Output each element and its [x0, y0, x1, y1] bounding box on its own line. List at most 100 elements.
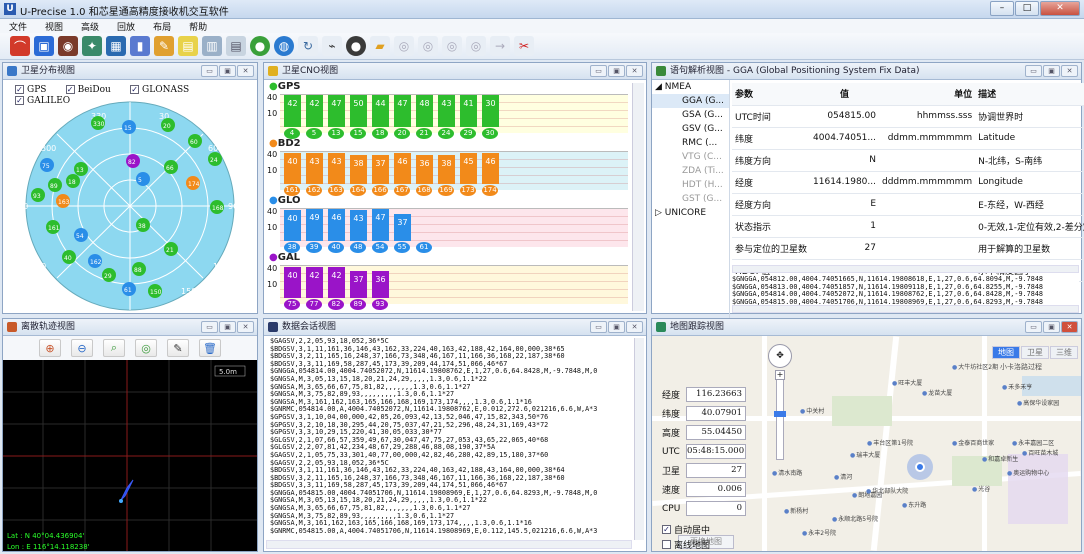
zoom-out-icon[interactable]: ⊖ — [71, 339, 93, 357]
panel-max-button[interactable]: ▣ — [608, 321, 625, 333]
nmea-table-scrollbar[interactable] — [732, 265, 1079, 273]
menu-file[interactable]: 文件 — [0, 20, 36, 33]
data-log-hscrollbar[interactable] — [266, 540, 632, 549]
start-icon[interactable]: ● — [250, 36, 270, 56]
open-folder-icon[interactable]: ▰ — [370, 36, 390, 56]
panel-min-button[interactable]: ▭ — [201, 321, 218, 333]
step-icon[interactable]: ◎ — [466, 36, 486, 56]
table-icon[interactable]: ▤ — [226, 36, 246, 56]
pause-icon[interactable]: ◎ — [418, 36, 438, 56]
play-icon[interactable]: ◎ — [394, 36, 414, 56]
map-field-label: UTC — [662, 446, 680, 457]
cno-bar-value: 36 — [419, 159, 430, 168]
auto-center-checkbox[interactable]: ✓ 自动居中 — [662, 522, 710, 537]
tree-node-vtg[interactable]: VTG (C... — [652, 150, 729, 164]
map-type-satellite-button[interactable]: 卫星 — [1021, 346, 1049, 359]
tree-node-nmea[interactable]: ◢ NMEA — [652, 80, 729, 94]
beidou-checkbox[interactable]: ✓ BeiDou — [65, 85, 111, 95]
grid-icon[interactable]: ▥ — [202, 36, 222, 56]
nmea-table-row[interactable]: 参与定位的卫星数 27 用于解算的卫星数 — [732, 237, 1084, 260]
nmea-table-row[interactable]: 纬度 4004.74051... ddmm.mmmmmm Latitude — [732, 127, 1084, 150]
menu-playback[interactable]: 回放 — [108, 20, 144, 33]
tree-node-gsv[interactable]: GSV (G... — [652, 122, 729, 136]
tree-node-unicore[interactable]: ▷ UNICORE — [652, 206, 729, 220]
panel-min-button[interactable]: ▭ — [201, 65, 218, 77]
nmea-table-cell: 1 — [810, 215, 879, 238]
panel-min-button[interactable]: ▭ — [590, 65, 607, 77]
panel-max-button[interactable]: ▣ — [219, 65, 236, 77]
panel-max-button[interactable]: ▣ — [608, 65, 625, 77]
panel-min-button[interactable]: ▭ — [590, 321, 607, 333]
tools-icon[interactable]: ✂ — [514, 36, 534, 56]
zoom-fit-icon[interactable]: ⌕ — [103, 339, 125, 357]
tree-node-zda[interactable]: ZDA (Ti... — [652, 164, 729, 178]
maximize-button[interactable]: □ — [1015, 1, 1039, 16]
gps-checkbox[interactable]: ✓ GPS — [15, 85, 46, 95]
document-icon[interactable]: ▤ — [178, 36, 198, 56]
nmea-table-row[interactable]: 状态指示1 0-无效,1-定位有效,2-差分定位... — [732, 215, 1084, 238]
menu-help[interactable]: 帮助 — [180, 20, 216, 33]
cno-scrollbar[interactable] — [632, 83, 644, 311]
panel-max-button[interactable]: ▣ — [219, 321, 236, 333]
map-field-label: 经度 — [662, 391, 681, 401]
tree-node-hdt[interactable]: HDT (H... — [652, 178, 729, 192]
center-icon[interactable]: ◎ — [135, 339, 157, 357]
data-session-panel: 数据会话视图 ▭ ▣ ✕ $GAGSV,2,2,05,93,18,052,36*5C… — [263, 318, 647, 552]
record-icon[interactable]: ● — [346, 36, 366, 56]
zoom-in-icon[interactable]: ⊕ — [39, 339, 61, 357]
map-poi-label: 永顺北路5号院 — [832, 514, 878, 523]
config-icon[interactable]: ✎ — [154, 36, 174, 56]
panel-min-button[interactable]: ▭ — [1025, 65, 1042, 77]
map-type-3d-button[interactable]: 三维 — [1050, 346, 1078, 359]
cno-panel-title: 卫星CNO视图 — [282, 66, 339, 76]
refresh-icon[interactable]: ↻ — [298, 36, 318, 56]
panel-close-button[interactable]: ✕ — [1061, 65, 1078, 77]
map-pan-control[interactable]: ✥ — [768, 344, 792, 368]
globe-icon[interactable]: ◍ — [274, 36, 294, 56]
panel-close-button[interactable]: ✕ — [626, 65, 643, 77]
panel-close-button[interactable]: ✕ — [237, 321, 254, 333]
panel-close-button[interactable]: ✕ — [237, 65, 254, 77]
tree-node-gga[interactable]: GGA (G... — [652, 94, 729, 108]
offline-map-checkbox[interactable]: 离线地图 — [662, 537, 710, 552]
chart-icon[interactable]: ▮ — [130, 36, 150, 56]
menu-advanced[interactable]: 高级 — [72, 20, 108, 33]
map-poi-label: 百旺苗木城 — [1022, 448, 1058, 457]
satellite-icon[interactable]: ✦ — [82, 36, 102, 56]
tree-node-gst[interactable]: GST (G... — [652, 192, 729, 206]
panel-max-button[interactable]: ▣ — [1043, 321, 1060, 333]
tree-node-gsa[interactable]: GSA (G... — [652, 108, 729, 122]
nmea-raw-scrollbar[interactable] — [732, 305, 1079, 313]
map-zoom-in-button[interactable]: + — [775, 370, 785, 380]
menu-view[interactable]: 视图 — [36, 20, 72, 33]
trash-icon[interactable]: 🗑 — [199, 339, 221, 357]
nmea-table-row[interactable]: 纬度方向 N N-北纬，S-南纬 — [732, 149, 1084, 172]
tree-node-rmc[interactable]: RMC (... — [652, 136, 729, 150]
sky-view-icon[interactable]: ◉ — [58, 36, 78, 56]
nmea-table-row[interactable]: UTC时间 054815.00 hhmmss.sss 协调世界时 — [732, 105, 1084, 128]
app-icon: U — [4, 3, 16, 15]
panel-min-button[interactable]: ▭ — [1025, 321, 1042, 333]
cno-bar: 46 — [394, 153, 411, 184]
save-icon[interactable]: ▣ — [34, 36, 54, 56]
panel-close-button[interactable]: ✕ — [626, 321, 643, 333]
nmea-table-row[interactable]: 经度方向 E E-东经，W-西经 — [732, 193, 1084, 216]
close-button[interactable]: ✕ — [1040, 1, 1080, 16]
map-type-map-button[interactable]: 地图 — [992, 346, 1020, 359]
menu-layout[interactable]: 布局 — [144, 20, 180, 33]
cno-bar: 43 — [306, 153, 323, 184]
data-log-scrollbar[interactable] — [634, 338, 644, 540]
forward-icon[interactable]: → — [490, 36, 510, 56]
map-zoom-thumb[interactable] — [774, 411, 786, 417]
panel-max-button[interactable]: ▣ — [1043, 65, 1060, 77]
panel-close-button[interactable]: ✕ — [1061, 321, 1078, 333]
brush-icon[interactable]: ✎ — [167, 339, 189, 357]
glonass-checkbox[interactable]: ✓ GLONASS — [130, 85, 189, 95]
nmea-table-row[interactable]: 经度 11614.1980... dddmm.mmmmmm Longitude — [732, 171, 1084, 194]
screen-icon[interactable]: ▦ — [106, 36, 126, 56]
plot-icon[interactable]: ⌁ — [322, 36, 342, 56]
cno-bar-value: 37 — [397, 218, 408, 227]
stop-icon[interactable]: ◎ — [442, 36, 462, 56]
minimize-button[interactable]: – — [990, 1, 1014, 16]
connect-icon[interactable]: ⌒ — [10, 36, 30, 56]
